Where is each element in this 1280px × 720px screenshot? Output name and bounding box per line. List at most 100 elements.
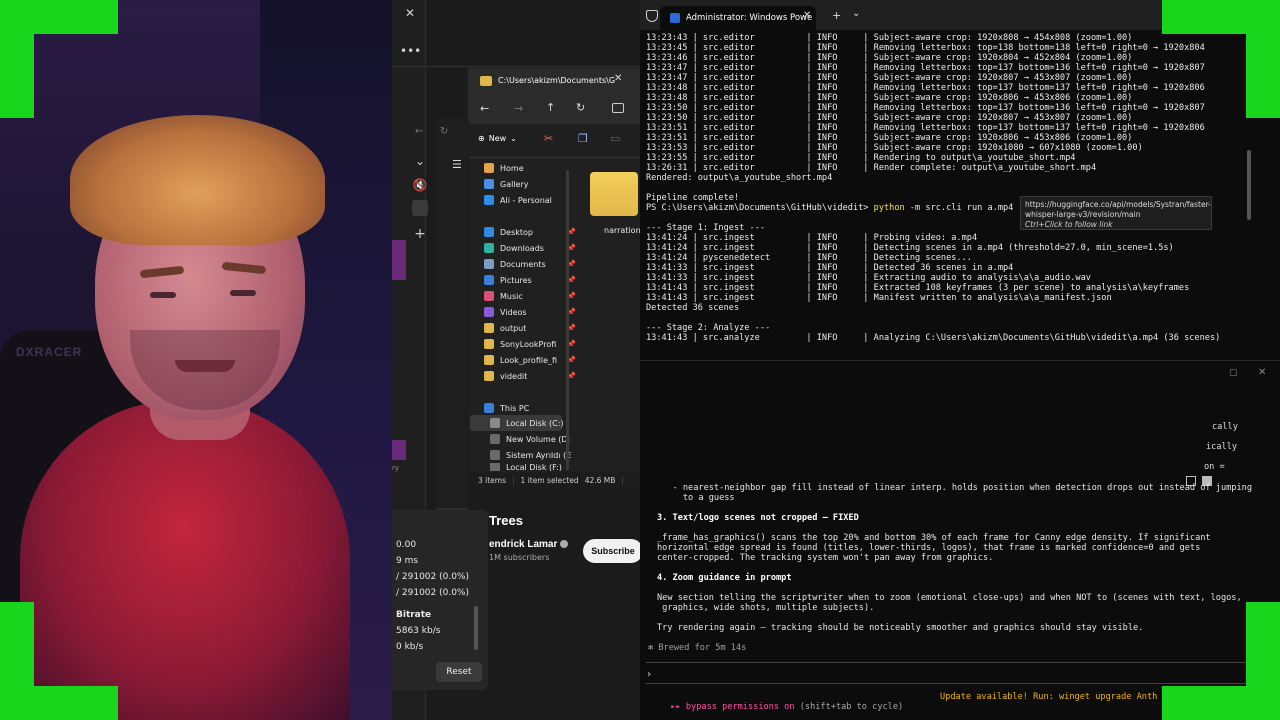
stats-scrollbar[interactable] xyxy=(474,606,478,650)
channel-name[interactable]: endrick Lamar xyxy=(489,539,557,550)
back-icon[interactable]: ← xyxy=(415,126,423,137)
sidebar-item-label: This PC xyxy=(500,403,530,413)
speaker-icon[interactable] xyxy=(412,200,428,216)
explorer-titlebar: C:\Users\akizm\Documents\G ✕ xyxy=(468,68,644,96)
terminal-line: 13:41:43 | src.analyze | INFO | Analyzin… xyxy=(646,333,1221,343)
folder-icon xyxy=(484,227,494,237)
explorer-navbar: ← → ↑ ↻ xyxy=(468,96,644,124)
audio-meter-2 xyxy=(392,440,406,460)
sidebar-item-gallery[interactable]: Gallery xyxy=(484,176,576,192)
terminal-line: 13:41:43 | src.ingest | INFO | Extracted… xyxy=(646,283,1190,293)
sidebar-item-downloads[interactable]: Downloads 📌 xyxy=(484,240,576,256)
sidebar-item-label: Music xyxy=(500,291,523,301)
video-title[interactable]: Trees xyxy=(489,513,523,528)
sidebar-item-sonylookprofi[interactable]: SonyLookProfi 📌 xyxy=(484,336,576,352)
sidebar-item-this-pc[interactable]: This PC xyxy=(484,400,576,416)
subscribe-button[interactable]: Subscribe xyxy=(583,539,643,563)
drive-icon xyxy=(490,450,500,460)
menu-icon[interactable]: ☰ xyxy=(452,158,462,171)
mute-icon[interactable]: 🔇 xyxy=(410,178,430,192)
divider xyxy=(392,66,640,67)
close-icon[interactable]: ✕ xyxy=(1258,367,1266,378)
terminal-line: 13:41:33 | src.ingest | INFO | Extractin… xyxy=(646,273,1091,283)
sidebar-item-output[interactable]: output 📌 xyxy=(484,320,576,336)
powershell-icon xyxy=(670,13,680,23)
stat-row: 9 ms xyxy=(396,556,419,566)
pane-divider xyxy=(640,360,1280,361)
close-tab-icon[interactable]: ✕ xyxy=(803,10,811,21)
sidebar-item-label: videdit xyxy=(500,371,528,381)
explorer-path-tab[interactable]: C:\Users\akizm\Documents\G xyxy=(498,76,615,85)
folder-icon xyxy=(484,307,494,317)
plus-icon[interactable]: + xyxy=(410,226,430,242)
terminal-line: Detected 36 scenes xyxy=(646,303,740,313)
sidebar-item-videos[interactable]: Videos 📌 xyxy=(484,304,576,320)
terminal-line: 13:23:51 | src.editor | INFO | Subject-a… xyxy=(646,133,1133,143)
prompt-input[interactable]: › xyxy=(646,662,1246,684)
stat-row: 0.00 xyxy=(396,540,417,550)
sidebar-item-label: Pictures xyxy=(500,275,532,285)
reset-button[interactable]: Reset xyxy=(436,662,482,682)
greenscreen-corner-tr-side xyxy=(1246,34,1280,118)
audio-meter xyxy=(392,240,406,280)
selected-count: 1 item selected xyxy=(520,475,579,485)
new-tab-icon[interactable]: + xyxy=(832,9,841,22)
left-eye xyxy=(150,292,176,298)
sidebar-item-label: Home xyxy=(500,163,524,173)
terminal-scrollbar[interactable] xyxy=(1247,150,1251,220)
forward-icon[interactable]: → xyxy=(514,102,523,115)
folder-icon xyxy=(484,355,494,365)
greenscreen-corner-bl xyxy=(0,602,34,720)
sidebar-item-documents[interactable]: Documents 📌 xyxy=(484,256,576,272)
refresh-icon[interactable]: ↻ xyxy=(440,126,448,137)
paste-icon[interactable]: ▭ xyxy=(610,132,620,145)
view-icon[interactable] xyxy=(612,103,624,113)
status-line: ▸▸ bypass permissions on (shift+tab to c… xyxy=(660,692,903,712)
back-icon[interactable]: ← xyxy=(480,102,489,115)
bypass-hint: (shift+tab to cycle) xyxy=(794,702,904,712)
new-button[interactable]: ⊕ New ⌄ xyxy=(478,134,517,143)
maximize-icon[interactable]: ▢ xyxy=(1229,368,1238,378)
sidebar-item-desktop[interactable]: Desktop 📌 xyxy=(484,224,576,240)
tab-title: Administrator: Windows Powe xyxy=(686,13,813,23)
sidebar-item-label: output xyxy=(500,323,527,333)
terminal-line: 13:23:51 | src.editor | INFO | Removing … xyxy=(646,123,1205,133)
sidebar-item-look-profile-fi[interactable]: Look_profile_fi 📌 xyxy=(484,352,576,368)
close-icon[interactable]: ✕ xyxy=(400,6,420,20)
up-icon[interactable]: ↑ xyxy=(546,101,555,114)
terminal-line: 13:41:24 | src.ingest | INFO | Detecting… xyxy=(646,243,1174,253)
response-line: graphics, wide shots, multiple subjects)… xyxy=(657,603,875,613)
sidebar-item-pictures[interactable]: Pictures 📌 xyxy=(484,272,576,288)
plus-circle-icon: ⊕ xyxy=(478,134,485,143)
cut-off-text: cally xyxy=(1212,422,1238,432)
folder-icon xyxy=(484,323,494,333)
terminal-line: 13:23:43 | src.editor | INFO | Subject-a… xyxy=(646,33,1133,43)
sidebar-item-videdit[interactable]: videdit 📌 xyxy=(484,368,576,384)
cut-icon[interactable]: ✂ xyxy=(544,132,553,145)
explorer-statusbar: 3 items | 1 item selected 42.6 MB | xyxy=(468,472,644,488)
verified-icon xyxy=(560,540,568,548)
side-label: ry xyxy=(392,464,400,472)
folder-thumbnail[interactable] xyxy=(590,172,638,216)
folder-icon xyxy=(484,275,494,285)
close-tab-icon[interactable]: ✕ xyxy=(614,73,622,84)
greenscreen-corner-tl-top xyxy=(34,0,118,34)
folder-icon xyxy=(484,371,494,381)
sidebar-item-music[interactable]: Music 📌 xyxy=(484,288,576,304)
link-tooltip: https://huggingface.co/api/models/Systra… xyxy=(1020,196,1212,230)
copy-icon[interactable]: ❐ xyxy=(578,132,588,145)
explorer-scrollbar[interactable] xyxy=(566,170,569,470)
sidebar-item-label: Videos xyxy=(500,307,527,317)
chevron-down-icon[interactable]: ⌄ xyxy=(852,8,860,19)
tooltip-hint: Ctrl+Click to follow link xyxy=(1025,220,1113,229)
sidebar-item-home[interactable]: Home xyxy=(484,160,576,176)
terminal-line: 13:23:50 | src.editor | INFO | Removing … xyxy=(646,103,1205,113)
terminal-line: 13:23:55 | src.editor | INFO | Rendering… xyxy=(646,153,1076,163)
tab-powershell[interactable]: Administrator: Windows Powe xyxy=(660,6,816,30)
sidebar-item-label: Desktop xyxy=(500,227,533,237)
more-icon[interactable]: ••• xyxy=(400,44,421,58)
folder-name[interactable]: narration xyxy=(604,226,641,235)
sidebar-item-ali-personal[interactable]: Ali - Personal xyxy=(484,192,576,208)
refresh-icon[interactable]: ↻ xyxy=(576,101,585,114)
chevron-down-icon[interactable]: ⌄ xyxy=(410,154,430,168)
